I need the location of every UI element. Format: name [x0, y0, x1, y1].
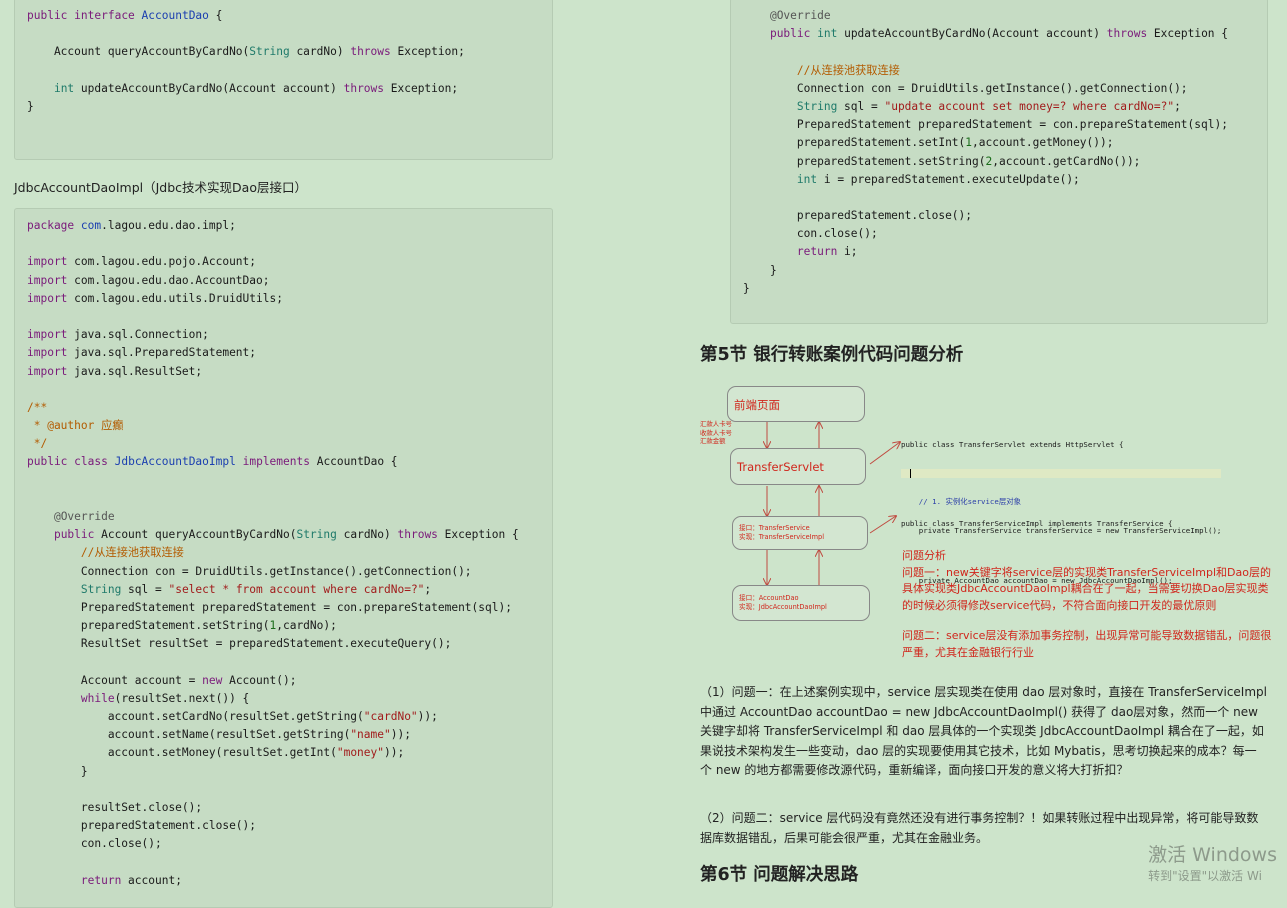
code-caption: JdbcAccountDaoImpl（Jdbc技术实现Dao层接口） [14, 180, 307, 195]
code-line: } [743, 263, 777, 277]
code-line: public interface AccountDao { [27, 9, 223, 22]
node-transferservlet: TransferServlet [730, 448, 866, 485]
code-line: PreparedStatement preparedStatement = co… [743, 118, 1228, 132]
code-line: * @author 应癫 [27, 419, 124, 433]
code-line: import java.sql.ResultSet; [27, 364, 203, 378]
code-line: account.setName(resultSet.getString("nam… [27, 728, 411, 742]
code-line: } [27, 99, 34, 113]
code-line: import com.lagou.edu.utils.DruidUtils; [27, 291, 283, 305]
problem-analysis: 问题分析 问题一：new关键字将service层的实现类TransferServ… [902, 549, 1272, 659]
code-line: Account queryAccountByCardNo(String card… [27, 45, 465, 59]
code-line: //从连接池获取连接 [743, 63, 900, 77]
code-line: @Override [53, 510, 115, 523]
code-line: int updateAccountByCardNo(Account accoun… [53, 81, 459, 95]
code-line: } [27, 764, 88, 778]
code-line: import com.lagou.edu.pojo.Account; [27, 255, 257, 269]
code-line: public Account queryAccountByCardNo(Stri… [53, 528, 519, 542]
section-6-title: 第6节 问题解决思路 [700, 865, 859, 885]
code-line: return i; [796, 245, 858, 259]
code-line: ResultSet resultSet = preparedStatement.… [27, 637, 452, 651]
code-line: PreparedStatement preparedStatement = co… [27, 600, 512, 614]
architecture-diagram: 前端页面 汇款人卡号 收款人卡号 汇款金额 TransferServlet 接口… [700, 378, 1285, 668]
windows-activation-watermark: 激活 Windows 转到"设置"以激活 Wi [1148, 844, 1277, 883]
code-block-body: public interface AccountDao { Account qu… [27, 7, 540, 116]
code-block-body: @Override public int updateAccountByCard… [743, 7, 1255, 298]
code-line: */ [27, 437, 48, 451]
code-line: account.setMoney(resultSet.getInt("money… [27, 746, 405, 760]
code-block-jdbcaccountdaoimpl: package com.lagou.edu.dao.impl; import c… [14, 208, 553, 908]
code-line: con.close(); [743, 227, 878, 241]
code-line: String sql = "select * from account wher… [80, 582, 432, 596]
code-line: preparedStatement.close(); [743, 209, 973, 223]
code-line: @Override [769, 9, 831, 22]
code-line: Connection con = DruidUtils.getInstance(… [27, 564, 472, 578]
code-line: preparedStatement.setString(1,cardNo); [27, 619, 337, 633]
code-line: } [743, 281, 750, 295]
section-5-title: 第5节 银行转账案例代码问题分析 [700, 345, 964, 365]
code-line: import java.sql.Connection; [27, 328, 209, 342]
node-accountdao: 接口：AccountDao 实现：JdbcAccountDaoImpl [732, 585, 870, 621]
code-block-body: package com.lagou.edu.dao.impl; import c… [27, 217, 540, 890]
code-line: Account account = new Account(); [27, 673, 297, 687]
code-line: //从连接池获取连接 [27, 546, 184, 560]
code-line: preparedStatement.setString(2,account.ge… [743, 154, 1141, 168]
node-transferservice: 接口：TransferService 实现：TransferServiceImp… [732, 516, 868, 550]
paragraph-problem-1: （1）问题一：在上述案例实现中，service 层实现类在使用 dao 层对象时… [700, 685, 1267, 777]
code-line: package com.lagou.edu.dao.impl; [27, 219, 236, 232]
code-line: preparedStatement.close(); [27, 819, 257, 833]
code-line: preparedStatement.setInt(1,account.getMo… [743, 136, 1114, 150]
code-line: return account; [80, 873, 182, 887]
code-line: Connection con = DruidUtils.getInstance(… [743, 81, 1188, 95]
node-frontend: 前端页面 [727, 386, 865, 422]
code-line: import com.lagou.edu.dao.AccountDao; [27, 273, 270, 287]
code-line: String sql = "update account set money=?… [796, 99, 1181, 113]
code-line: import java.sql.PreparedStatement; [27, 346, 257, 360]
code-line: resultSet.close(); [27, 801, 203, 814]
code-block-update-method: @Override public int updateAccountByCard… [730, 0, 1268, 324]
arrow-to-service-code [869, 516, 896, 534]
highlighted-line: ​ [901, 468, 1221, 478]
code-line: int i = preparedStatement.executeUpdate(… [796, 172, 1080, 186]
code-line: con.close(); [27, 837, 162, 851]
code-line: while(resultSet.next()) { [80, 691, 250, 705]
code-line: public int updateAccountByCardNo(Account… [769, 27, 1229, 41]
code-line: account.setCardNo(resultSet.getString("c… [27, 710, 438, 724]
arrow-to-servlet-code [869, 442, 900, 465]
code-line: public class JdbcAccountDaoImpl implemen… [27, 455, 398, 469]
code-line: /** [27, 400, 48, 414]
side-labels: 汇款人卡号 收款人卡号 汇款金额 [700, 420, 732, 445]
code-block-accountdao-interface: public interface AccountDao { Account qu… [14, 0, 553, 160]
